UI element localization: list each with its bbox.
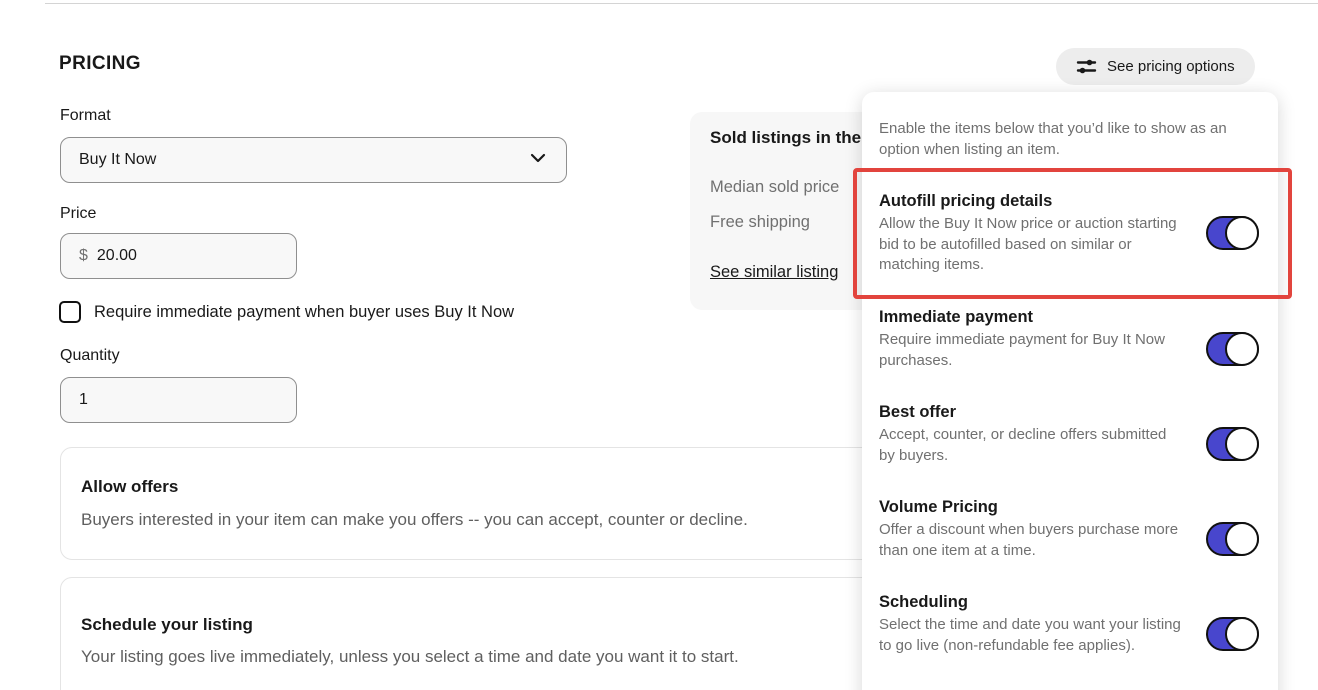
immediate-payment-description: Require immediate payment for Buy It Now…	[879, 331, 1165, 369]
autofill-pricing-title: Autofill pricing details	[879, 192, 1053, 210]
quantity-input[interactable]	[79, 391, 278, 409]
option-row-immediate-payment: Immediate payment Require immediate paym…	[879, 306, 1261, 371]
price-field-container: $	[60, 233, 297, 279]
autofill-pricing-description: Allow the Buy It Now price or auction st…	[879, 215, 1177, 273]
toggle-knob	[1225, 427, 1259, 461]
allow-offers-description: Buyers interested in your item can make …	[81, 510, 748, 529]
schedule-listing-description: Your listing goes live immediately, unle…	[81, 647, 739, 666]
volume-pricing-title: Volume Pricing	[879, 498, 998, 516]
immediate-payment-checkbox-row: Require immediate payment when buyer use…	[59, 301, 514, 323]
section-divider	[45, 3, 1318, 4]
immediate-payment-toggle[interactable]	[1206, 332, 1259, 366]
option-row-autofill-pricing: Autofill pricing details Allow the Buy I…	[879, 190, 1261, 276]
immediate-payment-checkbox[interactable]	[59, 301, 81, 323]
sold-listings-title: Sold listings in the	[710, 128, 862, 147]
toggle-knob	[1225, 332, 1259, 366]
scheduling-title: Scheduling	[879, 593, 968, 611]
scheduling-description: Select the time and date you want your l…	[879, 616, 1181, 654]
option-row-scheduling: Scheduling Select the time and date you …	[879, 591, 1261, 656]
pricing-options-popover: Enable the items below that you’d like t…	[862, 92, 1278, 690]
median-sold-price-line: Median sold price	[710, 178, 840, 196]
quantity-field-container	[60, 377, 297, 423]
best-offer-description: Accept, counter, or decline offers submi…	[879, 426, 1167, 464]
toggle-knob	[1225, 522, 1259, 556]
volume-pricing-toggle[interactable]	[1206, 522, 1259, 556]
format-select[interactable]: Buy It Now	[60, 137, 567, 183]
see-pricing-options-button[interactable]: See pricing options	[1056, 48, 1255, 85]
format-label: Format	[60, 107, 111, 124]
autofill-pricing-toggle[interactable]	[1206, 216, 1259, 250]
volume-pricing-description: Offer a discount when buyers purchase mo…	[879, 521, 1179, 559]
option-row-best-offer: Best offer Accept, counter, or decline o…	[879, 401, 1261, 466]
toggle-knob	[1225, 216, 1259, 250]
see-similar-listings-link[interactable]: See similar listing	[710, 263, 838, 282]
currency-symbol: $	[79, 247, 88, 264]
immediate-payment-checkbox-label: Require immediate payment when buyer use…	[94, 302, 515, 321]
pricing-page: PRICING See pricing options Format Buy I…	[0, 0, 1318, 690]
price-label: Price	[60, 205, 97, 222]
schedule-listing-title: Schedule your listing	[81, 615, 253, 634]
sliders-icon	[1076, 56, 1097, 77]
option-row-volume-pricing: Volume Pricing Offer a discount when buy…	[879, 496, 1261, 561]
pricing-section-heading: PRICING	[59, 53, 141, 74]
see-pricing-options-label: See pricing options	[1107, 58, 1235, 75]
free-shipping-line: Free shipping	[710, 213, 810, 231]
allow-offers-title: Allow offers	[81, 477, 179, 496]
toggle-knob	[1225, 617, 1259, 651]
scheduling-toggle[interactable]	[1206, 617, 1259, 651]
quantity-label: Quantity	[60, 347, 120, 364]
best-offer-toggle[interactable]	[1206, 427, 1259, 461]
format-select-value: Buy It Now	[79, 151, 157, 168]
popover-intro-text: Enable the items below that you’d like t…	[879, 120, 1227, 158]
chevron-down-icon	[528, 148, 548, 173]
immediate-payment-title: Immediate payment	[879, 308, 1034, 326]
best-offer-title: Best offer	[879, 403, 957, 421]
price-input[interactable]	[96, 247, 278, 265]
